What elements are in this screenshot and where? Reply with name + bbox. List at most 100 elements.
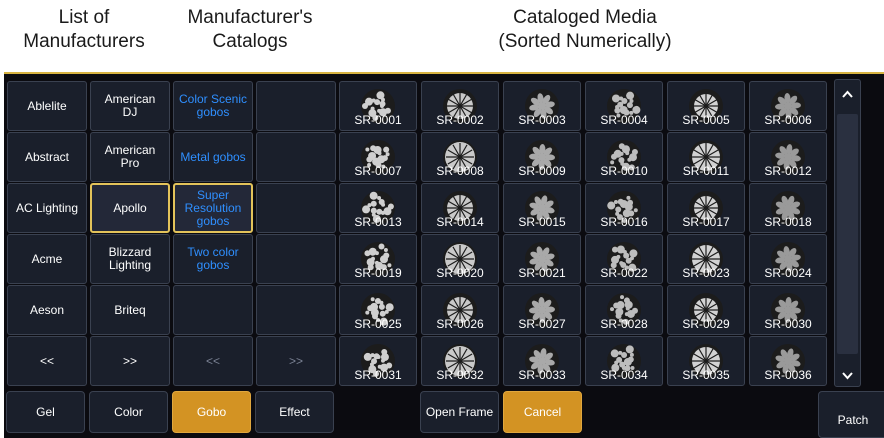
gobo-tile[interactable]: SR-0023 bbox=[667, 234, 745, 284]
label-line: gobos bbox=[196, 258, 230, 272]
empty-slot[interactable] bbox=[256, 234, 336, 284]
manufacturer-item[interactable]: Aeson bbox=[7, 285, 87, 335]
label-line: << bbox=[39, 353, 54, 368]
scrollbar-thumb[interactable] bbox=[837, 114, 858, 354]
gobo-tile[interactable]: SR-0010 bbox=[585, 132, 663, 182]
label-line: Lighting bbox=[108, 258, 152, 272]
gobo-tile[interactable]: SR-0004 bbox=[585, 81, 663, 131]
gobo-tile[interactable]: SR-0005 bbox=[667, 81, 745, 131]
gobo-tile[interactable]: SR-0026 bbox=[421, 285, 499, 335]
gobo-tile[interactable]: SR-0021 bbox=[503, 234, 581, 284]
gobo-tile[interactable]: SR-0001 bbox=[339, 81, 417, 131]
gobo-tile[interactable]: SR-0029 bbox=[667, 285, 745, 335]
patch-button[interactable]: Patch bbox=[818, 391, 884, 438]
gobo-tile[interactable]: SR-0031 bbox=[339, 336, 417, 386]
gobo-button[interactable]: Gobo bbox=[172, 391, 251, 433]
gobo-tile[interactable]: SR-0016 bbox=[585, 183, 663, 233]
gobo-label: SR-0032 bbox=[436, 368, 484, 382]
gobo-label: SR-0033 bbox=[518, 368, 566, 382]
gobo-tile[interactable]: SR-0032 bbox=[421, 336, 499, 386]
label-line: Resolution bbox=[184, 200, 242, 215]
gobo-label: SR-0028 bbox=[600, 317, 648, 331]
catalog-item[interactable]: Color Scenic gobos bbox=[173, 81, 253, 131]
manufacturer-item[interactable]: AC Lighting bbox=[7, 183, 87, 233]
gobo-tile[interactable]: SR-0018 bbox=[749, 183, 827, 233]
gobo-tile[interactable]: SR-0035 bbox=[667, 336, 745, 386]
gobo-label: SR-0009 bbox=[518, 164, 566, 178]
gobo-label: SR-0030 bbox=[764, 317, 812, 331]
catalog-manufacturer-item-label: Blizzard Lighting bbox=[109, 246, 152, 272]
label-line: >> bbox=[288, 353, 303, 368]
catalog-manufacturer-item[interactable]: Briteq bbox=[90, 285, 170, 335]
open-frame-button[interactable]: Open Frame bbox=[420, 391, 499, 433]
manufacturer-item[interactable]: Abstract bbox=[7, 132, 87, 182]
gobo-tile[interactable]: SR-0022 bbox=[585, 234, 663, 284]
gobo-tile[interactable]: SR-0009 bbox=[503, 132, 581, 182]
gobo-tile[interactable]: SR-0011 bbox=[667, 132, 745, 182]
gel-button[interactable]: Gel bbox=[6, 391, 85, 433]
manufacturer-item[interactable]: Ablelite bbox=[7, 81, 87, 131]
color-button[interactable]: Color bbox=[89, 391, 168, 433]
manufacturer-item[interactable]: Acme bbox=[7, 234, 87, 284]
empty-slot[interactable] bbox=[256, 81, 336, 131]
gobo-tile[interactable]: SR-0012 bbox=[749, 132, 827, 182]
gobo-tile[interactable]: SR-0017 bbox=[667, 183, 745, 233]
gobo-tile[interactable]: SR-0003 bbox=[503, 81, 581, 131]
catalog-manufacturer-item[interactable]: American Pro bbox=[90, 132, 170, 182]
label-line: Pro bbox=[120, 156, 140, 170]
heading-line: Catalogs bbox=[212, 31, 288, 52]
catalog-item[interactable]: Super Resolution gobos bbox=[173, 183, 253, 233]
gobo-tile[interactable]: SR-0025 bbox=[339, 285, 417, 335]
catalogs-prev-page-button[interactable]: << bbox=[173, 336, 253, 386]
gobo-label: SR-0015 bbox=[518, 215, 566, 229]
label-line: AC Lighting bbox=[15, 200, 79, 215]
catalog-manufacturer-item-label: Briteq bbox=[114, 303, 145, 317]
gobo-tile[interactable]: SR-0008 bbox=[421, 132, 499, 182]
gobo-tile[interactable]: SR-0014 bbox=[421, 183, 499, 233]
gobo-tile[interactable]: SR-0036 bbox=[749, 336, 827, 386]
catalogs-next-page-button[interactable]: >> bbox=[256, 336, 336, 386]
catalog-manufacturer-item[interactable]: Blizzard Lighting bbox=[90, 234, 170, 284]
gobo-tile[interactable]: SR-0020 bbox=[421, 234, 499, 284]
catalog-manufacturers-next-page-button[interactable]: >> bbox=[90, 336, 170, 386]
catalog-manufacturer-item-label: American Pro bbox=[105, 144, 156, 170]
label-line: Ablelite bbox=[27, 98, 67, 113]
heading-line: Manufacturers bbox=[23, 31, 145, 52]
manufacturers-prev-page-button[interactable]: << bbox=[7, 336, 87, 386]
catalog-item[interactable]: Metal gobos bbox=[173, 132, 253, 182]
cancel-button[interactable]: Cancel bbox=[503, 391, 582, 433]
gobo-tile[interactable]: SR-0015 bbox=[503, 183, 581, 233]
gobo-tile[interactable]: SR-0034 bbox=[585, 336, 663, 386]
gobo-tile[interactable]: SR-0028 bbox=[585, 285, 663, 335]
gobo-label: SR-0007 bbox=[354, 164, 402, 178]
gobo-tile[interactable]: SR-0013 bbox=[339, 183, 417, 233]
catalog-item[interactable]: Two color gobos bbox=[173, 234, 253, 284]
manufacturer-item-label: Aeson bbox=[29, 302, 65, 317]
media-scrollbar[interactable] bbox=[834, 79, 861, 387]
gobo-label: SR-0010 bbox=[600, 164, 648, 178]
gobo-label: SR-0012 bbox=[764, 164, 812, 178]
empty-slot[interactable] bbox=[256, 183, 336, 233]
catalog-manufacturer-item-label: American DJ bbox=[105, 93, 156, 119]
gobo-tile[interactable]: SR-0024 bbox=[749, 234, 827, 284]
catalog-manufacturer-item[interactable]: American DJ bbox=[90, 81, 170, 131]
catalog-item[interactable] bbox=[173, 285, 253, 335]
chevron-up-icon[interactable] bbox=[835, 84, 860, 104]
gobo-label: SR-0018 bbox=[764, 215, 812, 229]
catalog-manufacturer-item[interactable]: Apollo bbox=[90, 183, 170, 233]
gobo-tile[interactable]: SR-0007 bbox=[339, 132, 417, 182]
gobo-tile[interactable]: SR-0027 bbox=[503, 285, 581, 335]
gobo-tile[interactable]: SR-0019 bbox=[339, 234, 417, 284]
chevron-down-icon[interactable] bbox=[835, 366, 860, 386]
label-line: Aeson bbox=[29, 302, 65, 317]
gobo-tile[interactable]: SR-0033 bbox=[503, 336, 581, 386]
effect-button[interactable]: Effect bbox=[255, 391, 334, 433]
gobo-tile[interactable]: SR-0006 bbox=[749, 81, 827, 131]
gobo-tile[interactable]: SR-0030 bbox=[749, 285, 827, 335]
empty-slot[interactable] bbox=[256, 132, 336, 182]
catalog-item-label: Super Resolution gobos bbox=[184, 188, 242, 228]
gobo-label: SR-0011 bbox=[682, 164, 730, 178]
gobo-label: SR-0027 bbox=[518, 317, 566, 331]
gobo-tile[interactable]: SR-0002 bbox=[421, 81, 499, 131]
empty-slot[interactable] bbox=[256, 285, 336, 335]
